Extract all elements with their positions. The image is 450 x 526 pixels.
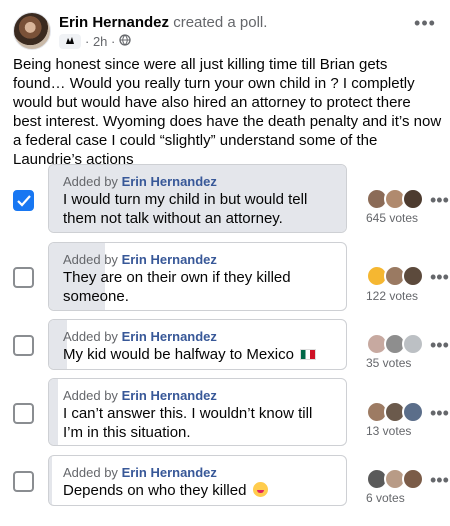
added-by-name[interactable]: Erin Hernandez <box>122 388 217 403</box>
poll-option-button[interactable]: Added by Erin Hernandez They are on thei… <box>48 242 347 311</box>
option-more-options-icon[interactable]: ••• <box>430 336 449 354</box>
poll-option-text: I would turn my child in but would tell … <box>63 191 308 227</box>
vote-count[interactable]: 13 votes <box>366 424 411 438</box>
added-by-name[interactable]: Erin Hernandez <box>122 252 217 267</box>
voter-avatars[interactable] <box>366 468 428 490</box>
author-action: created a poll. <box>173 14 268 31</box>
voter-avatar <box>402 333 424 355</box>
added-by-line: Added by Erin Hernandez <box>63 252 217 267</box>
mexico-flag-icon <box>300 349 317 360</box>
voter-avatars[interactable] <box>366 265 428 287</box>
checkbox-icon[interactable] <box>13 267 34 288</box>
added-by-name[interactable]: Erin Hernandez <box>122 174 217 189</box>
option-more-options-icon[interactable]: ••• <box>430 471 449 489</box>
vote-count[interactable]: 6 votes <box>366 491 405 505</box>
poll-option-text: I can’t answer this. I wouldn’t know til… <box>63 405 313 441</box>
voter-avatars[interactable] <box>366 333 428 355</box>
author-line: Erin Hernandez created a poll. <box>59 14 267 32</box>
author-avatar[interactable] <box>13 12 51 50</box>
checkbox-icon[interactable] <box>13 335 34 356</box>
added-by-line: Added by Erin Hernandez <box>63 388 217 403</box>
voter-avatar <box>402 468 424 490</box>
poll-option-text: My kid would be halfway to Mexico <box>63 345 334 364</box>
poll-option-button[interactable]: Added by Erin Hernandez Depends on who t… <box>48 455 347 506</box>
voter-avatar <box>402 401 424 423</box>
poll-option-button[interactable]: Added by Erin Hernandez I would turn my … <box>48 164 347 233</box>
vote-count[interactable]: 122 votes <box>366 289 418 303</box>
option-more-options-icon[interactable]: ••• <box>430 404 449 422</box>
post-header: Erin Hernandez created a poll. · 2h · ••… <box>13 12 437 52</box>
post-meta: · 2h · <box>59 33 132 49</box>
option-more-options-icon[interactable]: ••• <box>430 268 449 286</box>
group-badge-icon[interactable] <box>59 33 81 49</box>
added-by-name[interactable]: Erin Hernandez <box>122 329 217 344</box>
post-time[interactable]: 2h <box>93 34 107 49</box>
vote-count[interactable]: 645 votes <box>366 211 418 225</box>
option-more-options-icon[interactable]: ••• <box>430 191 449 209</box>
voter-avatar <box>402 265 424 287</box>
post-more-options-icon[interactable]: ••• <box>413 14 437 32</box>
voter-avatars[interactable] <box>366 188 428 210</box>
poll-option-button[interactable]: Added by Erin Hernandez I can’t answer t… <box>48 378 347 446</box>
poll-option-text: They are on their own if they killed som… <box>63 269 291 305</box>
checkbox-icon[interactable] <box>13 403 34 424</box>
added-by-line: Added by Erin Hernandez <box>63 329 217 344</box>
vote-count[interactable]: 35 votes <box>366 356 411 370</box>
voter-avatar <box>402 188 424 210</box>
added-by-name[interactable]: Erin Hernandez <box>122 465 217 480</box>
author-name[interactable]: Erin Hernandez <box>59 14 169 31</box>
post-text: Being honest since were all just killing… <box>13 56 442 168</box>
globe-icon <box>119 33 132 49</box>
smiling-face-icon <box>252 482 268 497</box>
checkbox-icon[interactable] <box>13 190 34 211</box>
poll-option-button[interactable]: Added by Erin Hernandez My kid would be … <box>48 319 347 370</box>
poll-option-text: Depends on who they killed <box>63 481 334 500</box>
added-by-line: Added by Erin Hernandez <box>63 174 217 189</box>
checkbox-icon[interactable] <box>13 471 34 492</box>
voter-avatars[interactable] <box>366 401 428 423</box>
added-by-line: Added by Erin Hernandez <box>63 465 217 480</box>
